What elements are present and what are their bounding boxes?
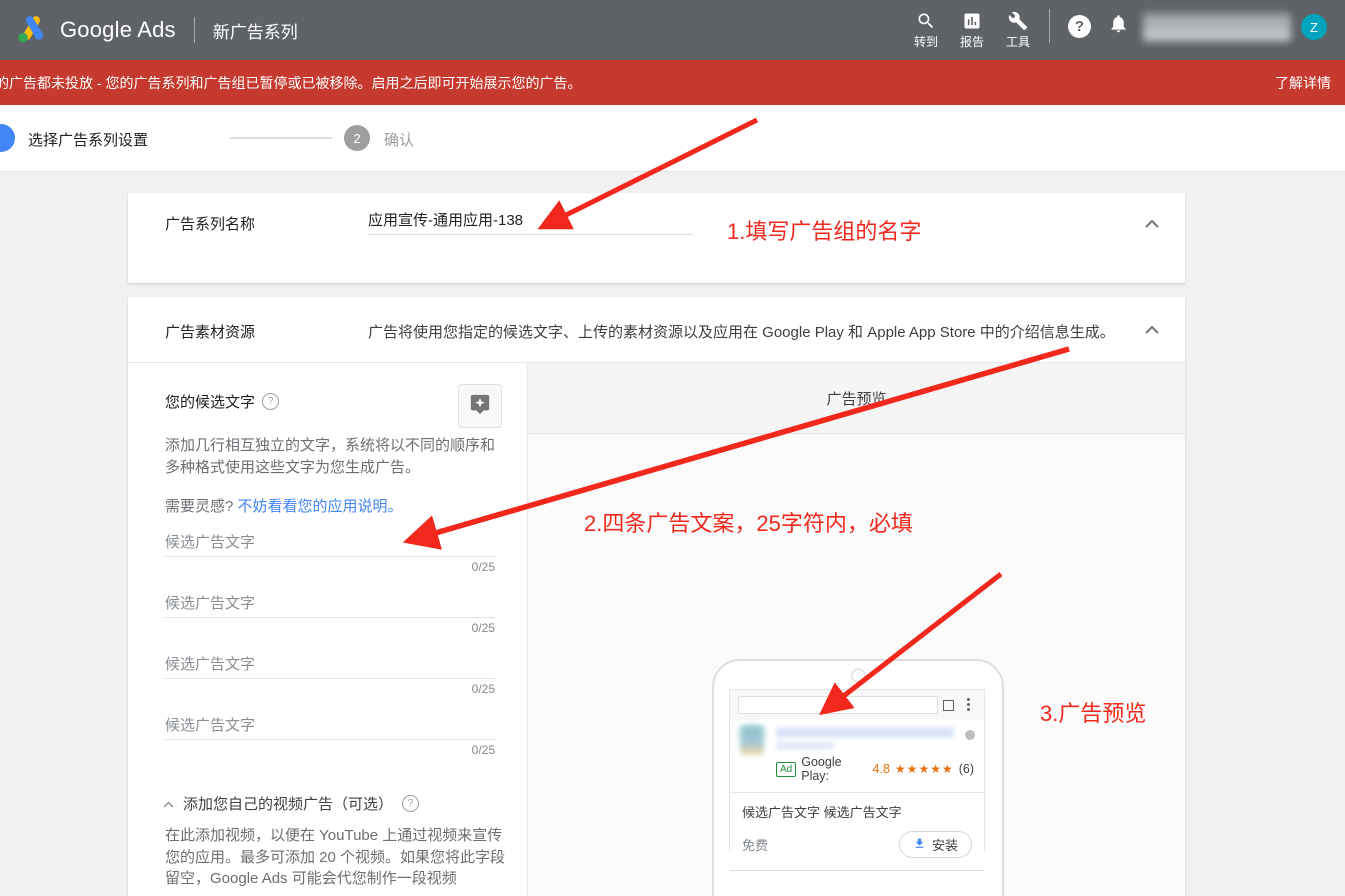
info-dot-icon	[965, 730, 975, 740]
app-header: Google Ads 新广告系列 转到 报告 工具	[0, 0, 1345, 60]
char-counter: 0/25	[165, 560, 495, 574]
nav-tools-label: 工具	[1006, 33, 1030, 50]
collapse-chevron-icon[interactable]	[1145, 215, 1159, 233]
browser-chrome	[730, 690, 984, 721]
collapse-chevron-icon[interactable]	[1145, 321, 1159, 339]
candidate-text-field-4: 0/25	[165, 712, 495, 757]
candidate-text-input-1[interactable]	[165, 529, 495, 557]
learn-more-link[interactable]: 了解详情	[1275, 73, 1345, 93]
ad-preview-header: 广告预览	[528, 363, 1185, 434]
ad-preview-panel: 广告预览	[528, 363, 1185, 896]
google-ads-logo[interactable]: Google Ads	[0, 13, 176, 48]
alert-banner: 的广告都未投放 - 您的广告系列和广告组已暂停或已被移除。启用之后即可开始展示您…	[0, 60, 1345, 105]
campaign-name-label: 广告系列名称	[165, 213, 255, 234]
candidate-text-intro: 添加几行相互独立的文字，系统将以不同的顺序和多种格式使用这些文字为您生成广告。	[165, 435, 499, 479]
video-section-title: 添加您自己的视频广告（可选）	[183, 793, 393, 814]
search-icon	[916, 11, 936, 31]
blurred-app-title	[776, 727, 954, 738]
browser-tabs-icon	[943, 700, 954, 711]
inspiration-row: 需要灵感? 不妨看看您的应用说明。	[165, 495, 403, 516]
rating-stars-icon: ★★★★★	[895, 762, 954, 776]
video-section-header[interactable]: 添加您自己的视频广告（可选） ?	[163, 793, 419, 814]
step-1-indicator	[0, 124, 15, 152]
char-counter: 0/25	[165, 621, 495, 635]
brand-name: Google Ads	[60, 17, 176, 43]
ad-assets-description: 广告将使用您指定的候选文字、上传的素材资源以及应用在 Google Play 和…	[368, 321, 1185, 342]
nav-tools[interactable]: 工具	[995, 11, 1041, 50]
your-text-label-row: 您的候选文字 ?	[165, 391, 279, 412]
annotation-3: 3.广告预览	[1040, 696, 1146, 728]
ad-assets-header: 广告素材资源 广告将使用您指定的候选文字、上传的素材资源以及应用在 Google…	[128, 297, 1185, 363]
candidate-text-input-4[interactable]	[165, 712, 495, 740]
alert-message: 的广告都未投放 - 您的广告系列和广告组已暂停或已被移除。启用之后即可开始展示您…	[0, 73, 581, 93]
install-button: 安装	[899, 831, 972, 858]
price-install-row: 免费 安装	[730, 829, 984, 870]
ad-preview-title: 广告预览	[826, 388, 886, 409]
install-label: 安装	[932, 835, 958, 854]
google-ads-logo-icon	[16, 13, 50, 48]
step-2-indicator: 2	[344, 125, 370, 151]
candidate-text-field-1: 0/25	[165, 529, 495, 574]
candidate-text-field-3: 0/25	[165, 651, 495, 696]
candidate-text-input-3[interactable]	[165, 651, 495, 679]
rating-value: 4.8	[873, 762, 890, 776]
wrench-icon	[1008, 11, 1028, 31]
annotation-1: 1.填写广告组的名字	[727, 214, 921, 246]
nav-reports[interactable]: 报告	[949, 11, 995, 50]
candidate-text-input-2[interactable]	[165, 590, 495, 618]
page-title: 新广告系列	[213, 18, 298, 43]
text-suggestions-button[interactable]	[458, 384, 502, 428]
help-icon[interactable]: ?	[1068, 15, 1091, 38]
campaign-name-card: 广告系列名称	[128, 193, 1185, 283]
stepper-connector	[230, 137, 332, 139]
page: Google Ads 新广告系列 转到 报告 工具	[0, 0, 1345, 896]
price-label: 免费	[742, 835, 768, 854]
blurred-account-info	[1143, 13, 1291, 41]
char-counter: 0/25	[165, 682, 495, 696]
report-chart-icon	[962, 11, 982, 31]
help-icon[interactable]: ?	[402, 795, 419, 812]
phone-screen: Ad Google Play: 4.8 ★★★★★ (6) 候选广告文字 候选广…	[729, 689, 985, 851]
notifications-bell-icon[interactable]	[1108, 13, 1129, 39]
ad-assets-card: 广告素材资源 广告将使用您指定的候选文字、上传的素材资源以及应用在 Google…	[128, 297, 1185, 896]
nav-reports-label: 报告	[960, 33, 984, 50]
header-actions: 转到 报告 工具 ? Z	[903, 9, 1345, 51]
step-2-label[interactable]: 确认	[384, 129, 414, 150]
inspiration-prefix: 需要灵感?	[165, 498, 233, 515]
campaign-name-input[interactable]	[368, 205, 693, 235]
blurred-app-subtitle	[776, 741, 834, 750]
nav-goto[interactable]: 转到	[903, 11, 949, 50]
ad-preview-card: Ad Google Play: 4.8 ★★★★★ (6) 候选广告文字 候选广…	[730, 720, 984, 871]
app-description-link[interactable]: 不妨看看您的应用说明。	[238, 498, 403, 515]
header-divider	[194, 17, 195, 43]
blurred-app-header	[730, 720, 984, 752]
stepper: 选择广告系列设置 2 确认	[0, 105, 1345, 172]
store-label: Google Play:	[801, 755, 867, 783]
ad-badge: Ad	[776, 762, 796, 777]
browser-url-bar	[738, 696, 938, 714]
store-rating-row: Ad Google Play: 4.8 ★★★★★ (6)	[730, 752, 984, 792]
ad-assets-title: 广告素材资源	[165, 321, 255, 342]
blurred-app-icon	[740, 725, 764, 755]
phone-mockup: Ad Google Play: 4.8 ★★★★★ (6) 候选广告文字 候选广…	[712, 659, 1004, 896]
help-icon[interactable]: ?	[262, 393, 279, 410]
download-icon	[913, 837, 926, 853]
your-text-label: 您的候选文字	[165, 391, 255, 412]
review-count: (6)	[959, 762, 974, 776]
candidate-text-column: 您的候选文字 ? 添加几行相互独立的文字，系统将以不同的顺序和多种格式使用这些文…	[128, 363, 528, 896]
phone-camera-dot	[851, 668, 866, 683]
chevron-up-icon	[163, 795, 174, 812]
avatar[interactable]: Z	[1301, 14, 1327, 40]
browser-menu-icon	[967, 698, 970, 711]
candidate-text-field-2: 0/25	[165, 590, 495, 635]
video-section-description: 在此添加视频，以便在 YouTube 上通过视频来宣传您的应用。最多可添加 20…	[165, 825, 507, 890]
suggestion-bubble-icon	[469, 393, 491, 420]
char-counter: 0/25	[165, 743, 495, 757]
header-divider-2	[1049, 9, 1050, 43]
step-1-label[interactable]: 选择广告系列设置	[28, 129, 148, 150]
preview-ad-text: 候选广告文字 候选广告文字	[730, 793, 984, 829]
annotation-2: 2.四条广告文案，25字符内，必填	[584, 506, 913, 538]
nav-goto-label: 转到	[914, 33, 938, 50]
